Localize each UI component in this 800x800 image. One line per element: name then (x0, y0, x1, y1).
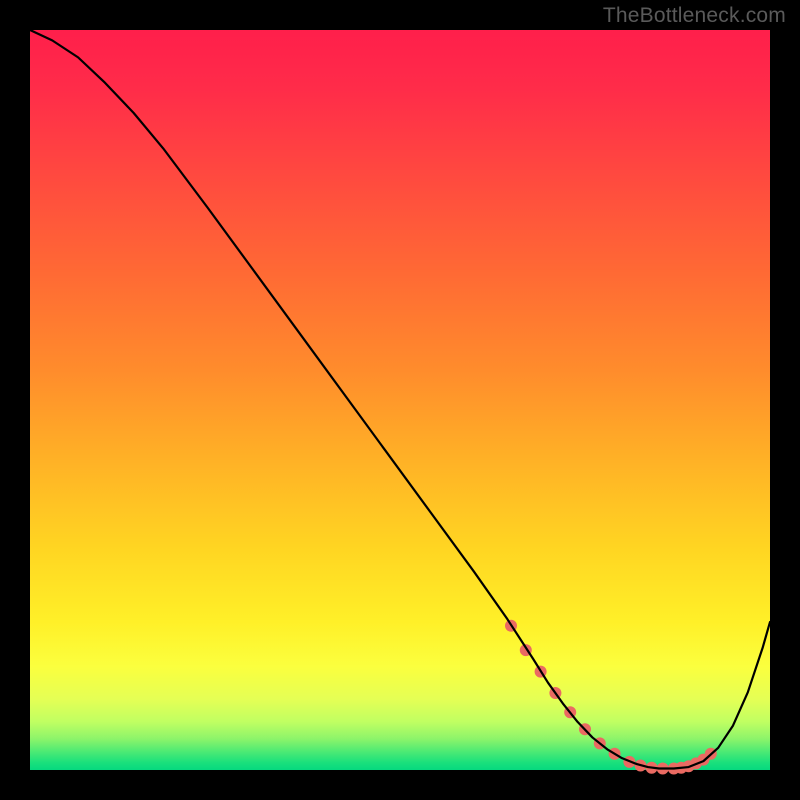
bottleneck-plot (0, 0, 800, 800)
plot-background (30, 30, 770, 770)
watermark-text: TheBottleneck.com (603, 4, 786, 28)
chart-stage: TheBottleneck.com (0, 0, 800, 800)
